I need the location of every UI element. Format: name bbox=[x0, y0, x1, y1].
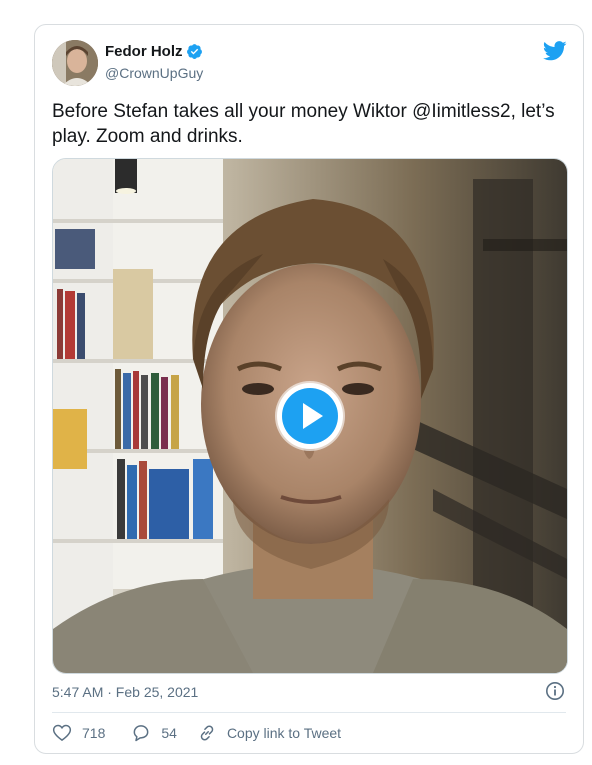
verified-badge-icon bbox=[187, 44, 202, 59]
like-count: 718 bbox=[82, 725, 106, 741]
play-button[interactable] bbox=[277, 383, 343, 449]
tweet-card: Fedor Holz @CrownUpGuy Before Stefan tak… bbox=[34, 24, 584, 754]
link-icon bbox=[200, 725, 214, 741]
video-player[interactable] bbox=[52, 158, 568, 674]
copy-link-button[interactable]: Copy link to Tweet bbox=[197, 723, 341, 743]
divider bbox=[52, 712, 566, 713]
copy-link-label: Copy link to Tweet bbox=[226, 725, 342, 741]
reply-button[interactable]: 54 bbox=[131, 723, 177, 743]
tweet-text: Before Stefan takes all your money Wikto… bbox=[52, 101, 555, 147]
action-bar: 718 54 Copy link to Tweet bbox=[52, 722, 341, 744]
info-icon[interactable] bbox=[545, 681, 565, 701]
like-button[interactable]: 718 bbox=[52, 723, 105, 743]
tweet-timestamp[interactable]: 5:47 AM · Feb 25, 2021 bbox=[52, 684, 198, 700]
author-name[interactable]: Fedor Holz bbox=[105, 43, 183, 60]
reply-count: 54 bbox=[161, 725, 177, 741]
reply-icon bbox=[133, 725, 149, 742]
heart-icon bbox=[52, 724, 72, 742]
play-icon bbox=[282, 388, 338, 444]
author-handle[interactable]: @CrownUpGuy bbox=[105, 65, 203, 81]
author-avatar[interactable] bbox=[52, 40, 98, 86]
twitter-bird-icon[interactable] bbox=[543, 41, 567, 61]
